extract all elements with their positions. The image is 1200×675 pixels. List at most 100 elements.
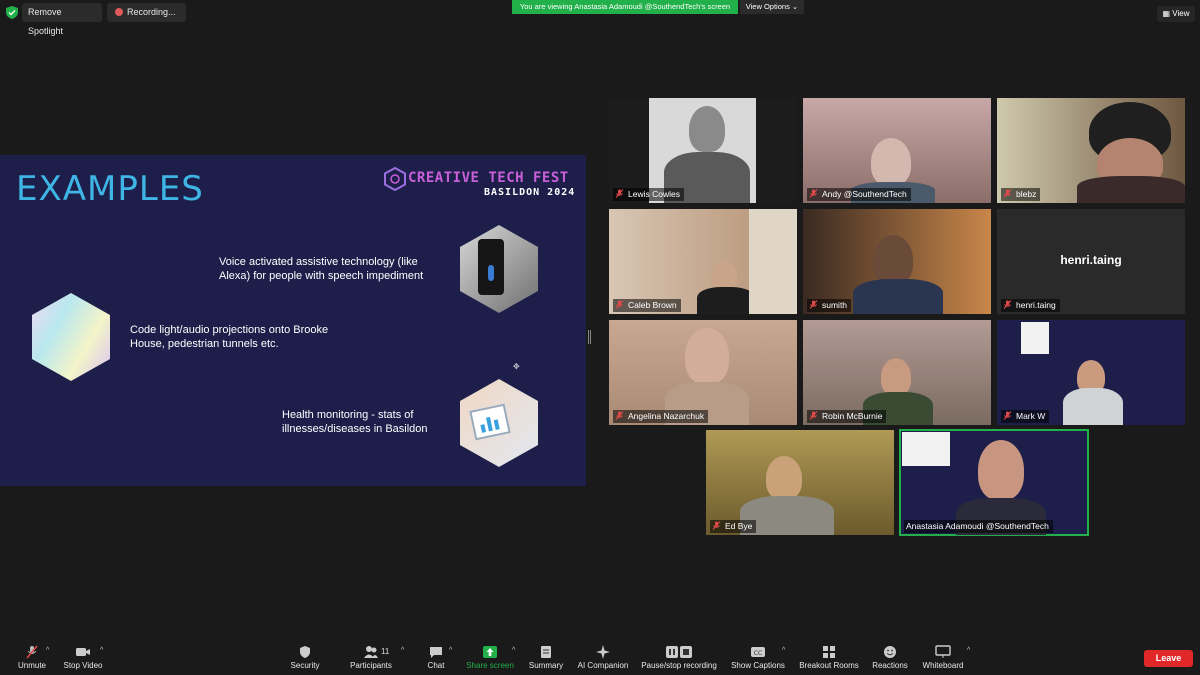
security-button[interactable]: Security [288, 645, 322, 670]
svg-text:CC: CC [754, 650, 762, 657]
recording-label: Recording... [127, 7, 176, 17]
mic-muted-icon [615, 189, 624, 198]
mic-muted-icon [1003, 300, 1012, 309]
share-screen-icon [483, 646, 497, 658]
show-captions-label: Show Captions [731, 661, 785, 670]
participant-name: blebz [1016, 189, 1037, 199]
whiteboard-icon [935, 645, 951, 658]
summary-button[interactable]: Summary [526, 645, 566, 670]
participant-tile-active-speaker[interactable]: Anastasia Adamoudi @SouthendTech [899, 429, 1089, 536]
creative-tech-fest-logo: CREATIVE TECH FEST BASILDON 2024 [384, 167, 574, 201]
breakout-rooms-button[interactable]: Breakout Rooms [798, 645, 860, 670]
cursor-icon: ✥ [513, 362, 520, 371]
people-icon [364, 646, 378, 658]
view-options-button[interactable]: View Options ⌄ [740, 0, 804, 14]
recording-indicator[interactable]: Recording... [107, 3, 186, 22]
captions-icon: CC [751, 647, 765, 657]
participant-name: Caleb Brown [628, 300, 677, 310]
reactions-label: Reactions [872, 661, 908, 670]
view-options-label: View Options [745, 2, 790, 11]
summary-label: Summary [528, 661, 564, 670]
chevron-up-icon[interactable]: ^ [449, 647, 452, 654]
participant-name: Ed Bye [725, 521, 753, 531]
whiteboard-label: Whiteboard [922, 661, 964, 670]
breakout-rooms-icon [823, 646, 835, 658]
panel-resize-handle[interactable] [588, 330, 591, 344]
shield-icon[interactable] [6, 6, 18, 19]
sparkle-icon [596, 645, 610, 659]
example-voice-text: Voice activated assistive technology (li… [219, 256, 424, 282]
breakout-rooms-label: Breakout Rooms [799, 661, 859, 670]
summary-document-icon [541, 646, 551, 658]
health-monitoring-image [460, 379, 538, 467]
participant-name: Robin McBurnie [822, 411, 883, 421]
participant-name: Anastasia Adamoudi @SouthendTech [906, 521, 1049, 531]
participant-display-name: henri.taing [1060, 253, 1122, 267]
stop-video-label: Stop Video [63, 661, 103, 670]
pause-stop-recording-label: Pause/stop recording [641, 661, 717, 670]
pause-stop-recording-button[interactable]: Pause/stop recording [638, 645, 720, 670]
mic-muted-icon [809, 189, 818, 198]
unmute-label: Unmute [17, 661, 46, 670]
shield-icon [300, 646, 310, 658]
chevron-up-icon[interactable]: ^ [512, 647, 515, 654]
ai-companion-label: AI Companion [577, 661, 629, 670]
participant-tile[interactable]: Caleb Brown [609, 209, 797, 314]
chat-button[interactable]: Chat [424, 645, 448, 670]
mic-muted-icon [809, 300, 818, 309]
example-projection-text: Code light/audio projections onto Brooke… [130, 324, 329, 350]
chevron-up-icon[interactable]: ^ [46, 647, 49, 654]
mic-muted-icon [615, 411, 624, 420]
view-label: View [1172, 9, 1190, 18]
share-screen-button[interactable]: Share screen [464, 645, 516, 670]
chat-label: Chat [427, 661, 445, 670]
chat-icon [430, 647, 442, 658]
participant-tile[interactable]: blebz [997, 98, 1185, 203]
viewing-screen-banner: You are viewing Anastasia Adamoudi @Sout… [512, 0, 738, 14]
participants-label: Participants [350, 661, 392, 670]
participant-tile[interactable]: Angelina Nazarchuk [609, 320, 797, 425]
show-captions-button[interactable]: CC Show Captions [729, 645, 787, 670]
participant-name: Andy @SouthendTech [822, 189, 907, 199]
chevron-down-icon: ⌄ [791, 2, 799, 11]
mic-muted-icon [809, 411, 818, 420]
participant-name: Lewis Cowles [628, 189, 680, 199]
participant-tile[interactable]: Andy @SouthendTech [803, 98, 991, 203]
reactions-button[interactable]: Reactions [870, 645, 910, 670]
voice-wave-icon [488, 265, 494, 281]
share-screen-label: Share screen [466, 661, 514, 670]
participant-tile[interactable]: Robin McBurnie [803, 320, 991, 425]
security-label: Security [290, 661, 320, 670]
logo-name: CREATIVE TECH FEST [408, 170, 569, 186]
chevron-up-icon[interactable]: ^ [782, 647, 785, 654]
participant-name: Angelina Nazarchuk [628, 411, 705, 421]
ai-companion-button[interactable]: AI Companion [576, 645, 630, 670]
hexagon-logo-icon [384, 167, 406, 191]
participant-tile[interactable]: sumith [803, 209, 991, 314]
smiley-icon [884, 646, 896, 658]
whiteboard-button[interactable]: Whiteboard [920, 645, 966, 670]
example-health-text: Health monitoring - stats of illnesses/d… [282, 409, 428, 435]
meeting-toolbar: Unmute ^ Stop Video ^ Security Participa… [0, 643, 1200, 675]
view-layout-icon: ▦ [1162, 9, 1171, 18]
logo-subtitle: BASILDON 2024 [484, 187, 576, 198]
participant-tile[interactable]: Lewis Cowles [609, 98, 797, 203]
chevron-up-icon[interactable]: ^ [967, 647, 970, 654]
top-bar: Remove Spotlight Recording... You are vi… [0, 0, 1200, 36]
participant-tile[interactable]: Mark W [997, 320, 1185, 425]
chevron-up-icon[interactable]: ^ [100, 647, 103, 654]
participant-tile[interactable]: henri.taing henri.taing [997, 209, 1185, 314]
holographic-texture-image [32, 293, 110, 381]
voice-assistant-image [460, 225, 538, 313]
pause-stop-icon [666, 646, 692, 658]
view-button[interactable]: ▦ View [1157, 6, 1195, 22]
remove-spotlight-button[interactable]: Remove Spotlight [22, 3, 102, 36]
mic-muted-icon [1003, 189, 1012, 198]
video-camera-icon [76, 648, 90, 656]
chevron-up-icon[interactable]: ^ [401, 647, 404, 654]
leave-button[interactable]: Leave [1144, 650, 1193, 667]
participant-name: henri.taing [1016, 300, 1056, 310]
participant-tile[interactable]: Ed Bye [706, 430, 894, 535]
participants-count: 11 [381, 647, 390, 656]
recording-icon [115, 8, 123, 16]
